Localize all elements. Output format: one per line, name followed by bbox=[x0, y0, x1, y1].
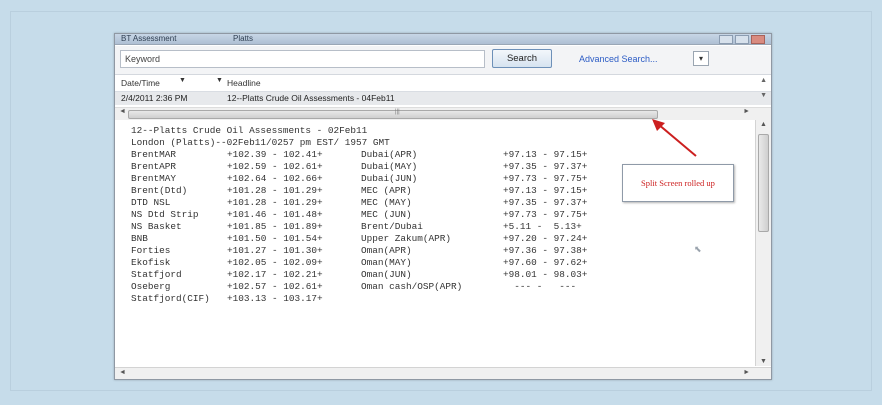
chevron-down-icon[interactable]: ▼ bbox=[179, 77, 186, 84]
scrollbar-thumb[interactable]: ||| bbox=[128, 109, 658, 119]
grade-price: +101.46 - 101.48+ bbox=[227, 209, 323, 220]
grade-price: +101.28 - 101.29+ bbox=[227, 185, 323, 196]
grade-price: +101.50 - 101.54+ bbox=[227, 233, 323, 244]
grade-name: Brent/Dubai bbox=[361, 221, 423, 232]
grade-price: +102.64 - 102.66+ bbox=[227, 173, 323, 184]
grade-name: BrentMAY bbox=[131, 173, 177, 184]
grade-price: +97.13 - 97.15+ bbox=[503, 149, 588, 160]
scroll-left-arrow-icon[interactable]: ◄ bbox=[119, 369, 126, 376]
grade-name: Statfjord bbox=[131, 269, 182, 280]
price-row: BrentMAR +102.39 - 102.41+ Dubai(APR) +9… bbox=[131, 149, 731, 161]
grade-name: Forties bbox=[131, 245, 171, 256]
annotation-arrow-icon bbox=[652, 119, 697, 157]
grade-price: +98.01 - 98.03+ bbox=[503, 269, 588, 280]
story-vertical-scrollbar[interactable]: ▲ ▼ bbox=[755, 120, 771, 366]
grade-name: BrentMAR bbox=[131, 149, 177, 160]
grade-price: +102.39 - 102.41+ bbox=[227, 149, 323, 160]
story-dateline: London (Platts)--02Feb11/0257 pm EST/ 19… bbox=[131, 137, 390, 148]
grade-name: MEC (APR) bbox=[361, 185, 412, 196]
grade-name: Brent(Dtd) bbox=[131, 185, 188, 196]
grade-price: +97.20 - 97.24+ bbox=[503, 233, 588, 244]
grade-price: +97.13 - 97.15+ bbox=[503, 185, 588, 196]
grade-price: +101.85 - 101.89+ bbox=[227, 221, 323, 232]
headline-list-header: Date/Time ▼ ▼ Headline ▲ bbox=[115, 75, 771, 92]
window-titlebar: BT Assessment Platts bbox=[115, 34, 771, 45]
close-button[interactable] bbox=[751, 35, 765, 44]
grade-name: BrentAPR bbox=[131, 161, 177, 172]
grade-price: --- - --- bbox=[503, 281, 577, 292]
scroll-down-arrow-icon[interactable]: ▼ bbox=[760, 358, 767, 365]
scroll-right-arrow-icon[interactable]: ► bbox=[743, 108, 750, 115]
grade-name: Dubai(JUN) bbox=[361, 173, 418, 184]
column-headline[interactable]: Headline bbox=[227, 78, 261, 88]
grade-price: +102.57 - 102.61+ bbox=[227, 281, 323, 292]
window-subtitle: Platts bbox=[233, 34, 254, 43]
price-row: NS Dtd Strip +101.46 - 101.48+ MEC (JUN)… bbox=[131, 209, 731, 221]
grade-name: Oman(JUN) bbox=[361, 269, 412, 280]
grade-price: +97.73 - 97.75+ bbox=[503, 173, 588, 184]
headline-text: 12--Platts Crude Oil Assessments - 04Feb… bbox=[227, 93, 395, 103]
price-row: Statfjord(CIF) +103.13 - 103.17+ bbox=[131, 293, 731, 305]
window-title: BT Assessment bbox=[121, 34, 177, 43]
grade-price: +97.36 - 97.38+ bbox=[503, 245, 588, 256]
grade-price: +101.27 - 101.30+ bbox=[227, 245, 323, 256]
annotation-callout: Split Screen rolled up bbox=[622, 164, 734, 202]
search-bar: Keyword Search Advanced Search... ▾ bbox=[115, 46, 771, 75]
scroll-up-arrow-icon[interactable]: ▲ bbox=[760, 77, 767, 84]
grade-name: Statfjord(CIF) bbox=[131, 293, 210, 304]
maximize-button[interactable] bbox=[735, 35, 749, 44]
grade-price: +101.28 - 101.29+ bbox=[227, 197, 323, 208]
chevron-down-icon[interactable]: ▼ bbox=[216, 77, 223, 84]
keyword-input[interactable]: Keyword bbox=[120, 50, 485, 68]
search-button[interactable]: Search bbox=[492, 49, 552, 68]
price-row: NS Basket +101.85 - 101.89+ Brent/Dubai … bbox=[131, 221, 731, 233]
grade-price: +97.35 - 97.37+ bbox=[503, 161, 588, 172]
headline-row[interactable]: 2/4/2011 2:36 PM 12--Platts Crude Oil As… bbox=[115, 92, 771, 105]
scrollbar-thumb[interactable] bbox=[758, 134, 769, 232]
column-date-time[interactable]: Date/Time bbox=[121, 78, 160, 88]
grade-price: +97.35 - 97.37+ bbox=[503, 197, 588, 208]
price-row: Oseberg +102.57 - 102.61+ Oman cash/OSP(… bbox=[131, 281, 731, 293]
grade-price: +102.05 - 102.09+ bbox=[227, 257, 323, 268]
mouse-cursor-icon: ⬉ bbox=[694, 244, 702, 254]
grade-name: Dubai(APR) bbox=[361, 149, 418, 160]
price-row: Forties +101.27 - 101.30+ Oman(APR) +97.… bbox=[131, 245, 731, 257]
grade-name: BNB bbox=[131, 233, 148, 244]
options-dropdown-button[interactable]: ▾ bbox=[693, 51, 709, 66]
price-row: BNB +101.50 - 101.54+ Upper Zakum(APR) +… bbox=[131, 233, 731, 245]
grade-price: +103.13 - 103.17+ bbox=[227, 293, 323, 304]
grade-name: Oman cash/OSP(APR) bbox=[361, 281, 463, 292]
window-controls bbox=[719, 35, 765, 44]
grade-price: +97.60 - 97.62+ bbox=[503, 257, 588, 268]
grade-price: +5.11 - 5.13+ bbox=[503, 221, 582, 232]
price-row: Statfjord +102.17 - 102.21+ Oman(JUN) +9… bbox=[131, 269, 731, 281]
grade-name: MEC (JUN) bbox=[361, 209, 412, 220]
grade-name: MEC (MAY) bbox=[361, 197, 412, 208]
grade-name: Oman(APR) bbox=[361, 245, 412, 256]
scroll-down-arrow-icon[interactable]: ▼ bbox=[760, 92, 767, 99]
scroll-right-arrow-icon[interactable]: ► bbox=[743, 369, 750, 376]
minimize-button[interactable] bbox=[719, 35, 733, 44]
grip-icon: ||| bbox=[395, 109, 400, 115]
grade-name: NS Dtd Strip bbox=[131, 209, 199, 220]
grade-price: +97.73 - 97.75+ bbox=[503, 209, 588, 220]
story-horizontal-scrollbar[interactable]: ◄ ► bbox=[115, 367, 771, 379]
grade-price: +102.17 - 102.21+ bbox=[227, 269, 323, 280]
headline-date: 2/4/2011 2:36 PM bbox=[121, 93, 188, 103]
grade-name: Oman(MAY) bbox=[361, 257, 412, 268]
grade-name: Dubai(MAY) bbox=[361, 161, 418, 172]
advanced-search-link[interactable]: Advanced Search... bbox=[579, 54, 658, 64]
grade-name: Upper Zakum(APR) bbox=[361, 233, 452, 244]
story-title: 12--Platts Crude Oil Assessments - 02Feb… bbox=[131, 125, 368, 136]
scroll-left-arrow-icon[interactable]: ◄ bbox=[119, 108, 126, 115]
grade-price: +102.59 - 102.61+ bbox=[227, 161, 323, 172]
grade-name: DTD NSL bbox=[131, 197, 171, 208]
price-row: Ekofisk +102.05 - 102.09+ Oman(MAY) +97.… bbox=[131, 257, 731, 269]
news-window: BT Assessment Platts Keyword Search Adva… bbox=[114, 33, 772, 380]
scroll-up-arrow-icon[interactable]: ▲ bbox=[760, 121, 767, 128]
grade-name: NS Basket bbox=[131, 221, 182, 232]
grade-name: Oseberg bbox=[131, 281, 171, 292]
grade-name: Ekofisk bbox=[131, 257, 171, 268]
